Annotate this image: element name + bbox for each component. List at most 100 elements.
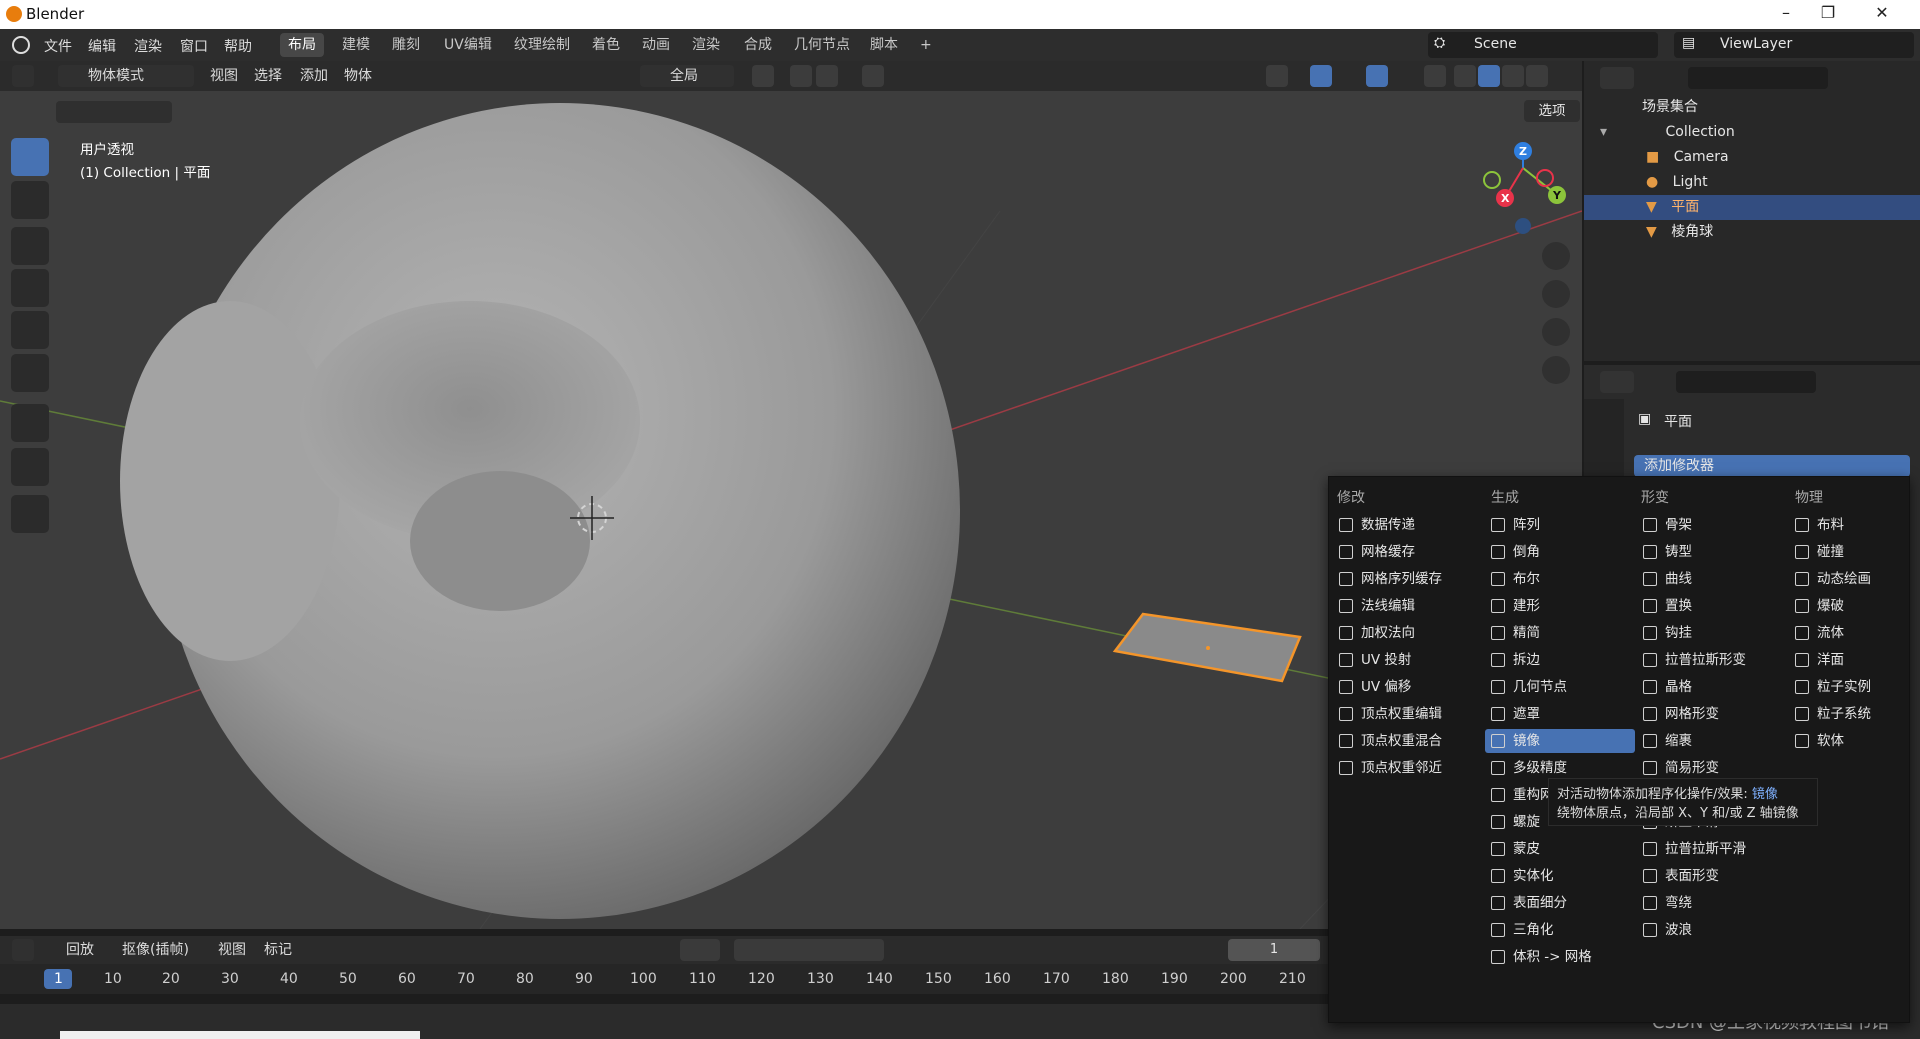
modifier-item[interactable]: 加权法向 <box>1333 621 1483 645</box>
outliner-editor-icon[interactable] <box>1600 67 1634 89</box>
modifier-item[interactable]: UV 投射 <box>1333 648 1483 672</box>
properties-search-input[interactable] <box>1676 371 1816 393</box>
tool-tab-icon[interactable] <box>1593 445 1615 467</box>
tab-shading[interactable]: 着色 <box>584 33 628 57</box>
modifier-item[interactable]: 蒙皮 <box>1485 837 1635 861</box>
modifier-item[interactable]: UV 偏移 <box>1333 675 1483 699</box>
viewlayer-selector[interactable]: ▤ ViewLayer <box>1674 32 1914 58</box>
outliner-scene-collection[interactable]: 场景集合 <box>1584 95 1920 120</box>
rotate-tool[interactable] <box>11 269 49 307</box>
gizmo-toggle-icon[interactable] <box>1310 65 1332 87</box>
modifier-item[interactable]: 表面细分 <box>1485 891 1635 915</box>
playback-controls[interactable] <box>734 939 884 961</box>
outliner-collection[interactable]: ▾ Collection <box>1584 120 1920 145</box>
modifier-item[interactable]: 几何节点 <box>1485 675 1635 699</box>
tab-animation[interactable]: 动画 <box>634 33 678 57</box>
outliner-item-icosphere[interactable]: ▼ 棱角球 <box>1584 220 1920 245</box>
camera-view-icon[interactable] <box>1542 318 1570 346</box>
mode-dropdown[interactable]: 物体模式 <box>58 65 194 87</box>
measure-tool[interactable] <box>11 448 49 486</box>
modifier-item[interactable]: 弯绕 <box>1637 891 1787 915</box>
scene-selector[interactable]: ⛭ Scene <box>1428 32 1658 58</box>
outliner-item-plane[interactable]: ▼ 平面 <box>1584 195 1920 220</box>
modifier-item[interactable]: 软体 <box>1789 729 1920 753</box>
modifier-item[interactable]: 布料 <box>1789 513 1920 537</box>
modifier-item[interactable]: 波浪 <box>1637 918 1787 942</box>
modifier-item[interactable]: 拉普拉斯平滑 <box>1637 837 1787 861</box>
modifier-item[interactable]: 简易形变 <box>1637 756 1787 780</box>
modifier-item[interactable]: 遮罩 <box>1485 702 1635 726</box>
blender-menu-icon[interactable] <box>12 36 30 54</box>
modifier-item[interactable]: 体积 -> 网格 <box>1485 945 1635 969</box>
minimize-button[interactable]: – <box>1766 3 1806 25</box>
transform-orientation-dropdown[interactable]: 全局 <box>640 65 734 87</box>
select-mode-group[interactable] <box>56 101 172 123</box>
material-shading-icon[interactable] <box>1502 65 1524 87</box>
add-cube-tool[interactable] <box>11 495 49 533</box>
visibility-icon[interactable] <box>1266 65 1288 87</box>
modifier-item[interactable]: 置换 <box>1637 594 1787 618</box>
options-dropdown[interactable]: 选项 <box>1524 100 1580 122</box>
modifier-item[interactable]: 流体 <box>1789 621 1920 645</box>
snap-target-icon[interactable] <box>816 65 838 87</box>
menu-view[interactable]: 视图 <box>210 65 238 87</box>
timeline-editor-icon[interactable] <box>12 939 34 961</box>
modifier-item[interactable]: 精简 <box>1485 621 1635 645</box>
maximize-button[interactable]: ❐ <box>1808 3 1848 25</box>
expand-arrow-icon[interactable]: ▾ <box>1600 124 1607 140</box>
outliner-item-light[interactable]: ● Light <box>1584 170 1920 195</box>
markers-menu[interactable]: 标记 <box>264 939 292 961</box>
tab-texture-paint[interactable]: 纹理绘制 <box>506 33 578 57</box>
modifier-item[interactable]: 阵列 <box>1485 513 1635 537</box>
zoom-icon[interactable] <box>1542 242 1570 270</box>
annotate-tool[interactable] <box>11 404 49 442</box>
menu-edit[interactable]: 编辑 <box>88 36 116 56</box>
modifier-item[interactable]: 粒子系统 <box>1789 702 1920 726</box>
modifier-item[interactable]: 粒子实例 <box>1789 675 1920 699</box>
modifier-item[interactable]: 数据传递 <box>1333 513 1483 537</box>
modifier-item[interactable]: 倒角 <box>1485 540 1635 564</box>
modifier-item[interactable]: 网格序列缓存 <box>1333 567 1483 591</box>
modifier-item[interactable]: 爆破 <box>1789 594 1920 618</box>
snap-icon[interactable] <box>790 65 812 87</box>
modifier-item[interactable]: 骨架 <box>1637 513 1787 537</box>
menu-add[interactable]: 添加 <box>300 65 328 87</box>
modifier-item[interactable]: 顶点权重编辑 <box>1333 702 1483 726</box>
outliner-item-camera[interactable]: ■ Camera <box>1584 145 1920 170</box>
cursor-tool[interactable] <box>11 181 49 219</box>
playback-menu[interactable]: 回放 <box>66 939 94 961</box>
close-button[interactable]: ✕ <box>1862 3 1902 25</box>
pivot-icon[interactable] <box>752 65 774 87</box>
timeline-view-menu[interactable]: 视图 <box>218 939 246 961</box>
modifier-item[interactable]: 表面形变 <box>1637 864 1787 888</box>
solid-shading-icon[interactable] <box>1478 65 1500 87</box>
move-tool[interactable] <box>11 227 49 265</box>
transform-tool[interactable] <box>11 354 49 392</box>
add-modifier-button[interactable]: 添加修改器 <box>1634 455 1910 477</box>
timeline-body[interactable]: 1 10 20 30 40 50 60 70 80 90 100 110 120… <box>0 964 1328 994</box>
modifier-item[interactable]: 钩挂 <box>1637 621 1787 645</box>
editor-type-icon[interactable] <box>12 65 34 87</box>
tab-sculpting[interactable]: 雕刻 <box>384 33 428 57</box>
modifier-item[interactable]: 网格缓存 <box>1333 540 1483 564</box>
modifier-item[interactable]: 建形 <box>1485 594 1635 618</box>
keying-menu[interactable]: 抠像(插帧) <box>122 939 189 961</box>
modifier-item[interactable]: 三角化 <box>1485 918 1635 942</box>
tab-rendering[interactable]: 渲染 <box>684 33 728 57</box>
modifier-item[interactable]: 布尔 <box>1485 567 1635 591</box>
tab-geometry-nodes[interactable]: 几何节点 <box>786 33 858 57</box>
record-button[interactable] <box>680 939 720 961</box>
outliner-search-input[interactable] <box>1688 67 1828 89</box>
filter-icon[interactable] <box>1886 67 1912 89</box>
menu-file[interactable]: 文件 <box>44 36 72 56</box>
current-frame-field[interactable]: 1 <box>1228 939 1320 961</box>
modifier-item[interactable]: 拆边 <box>1485 648 1635 672</box>
modifier-item[interactable]: 洋面 <box>1789 648 1920 672</box>
menu-help[interactable]: 帮助 <box>224 36 252 56</box>
properties-editor-icon[interactable] <box>1600 371 1634 393</box>
modifier-item[interactable]: 实体化 <box>1485 864 1635 888</box>
modifier-item[interactable]: 缩裹 <box>1637 729 1787 753</box>
select-box-tool[interactable] <box>11 138 49 176</box>
modifier-item[interactable]: 晶格 <box>1637 675 1787 699</box>
tab-modeling[interactable]: 建模 <box>334 33 378 57</box>
